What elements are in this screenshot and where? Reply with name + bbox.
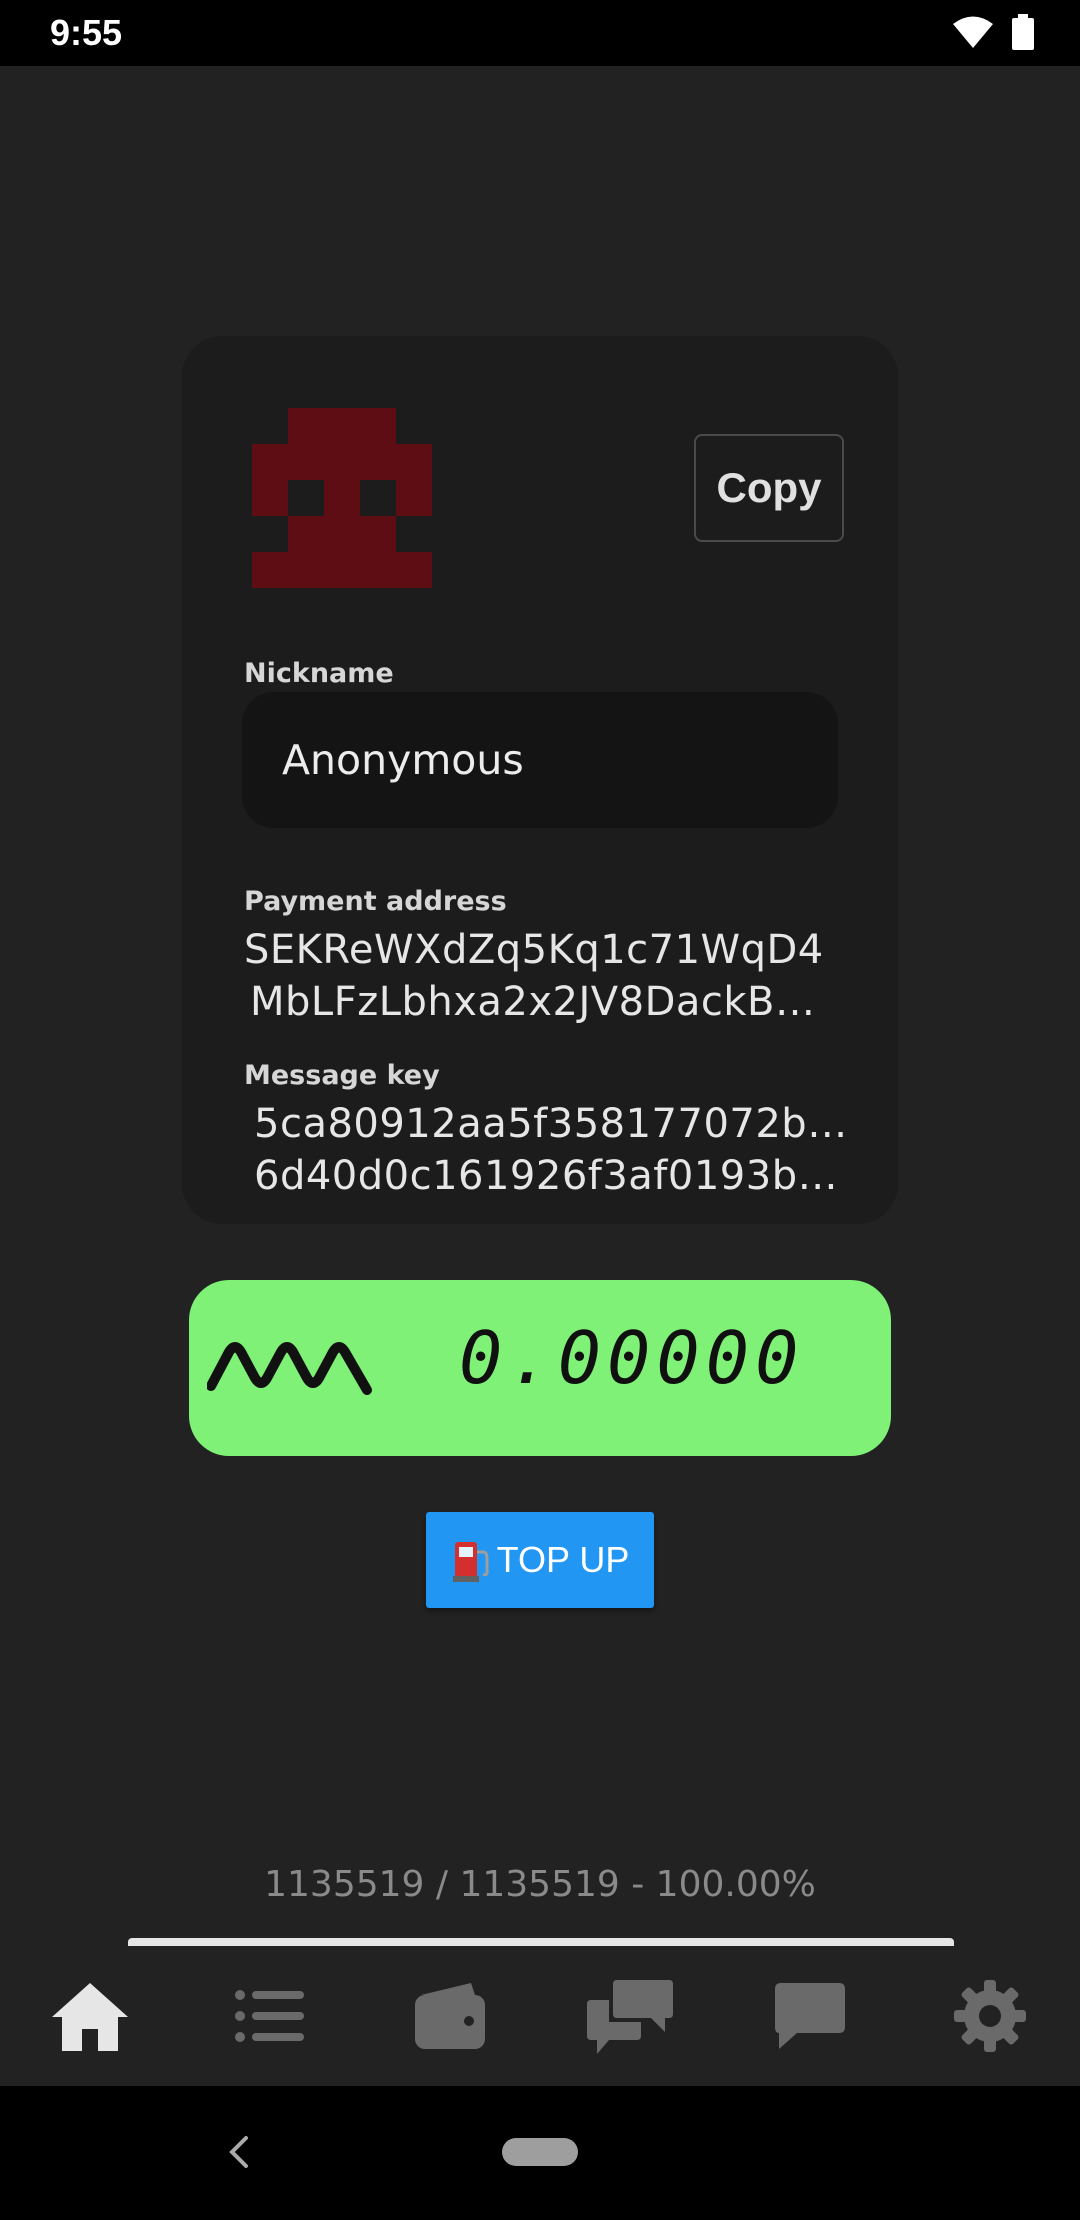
message-key-line1: 5ca80912aa5f358177072b2c — [254, 1101, 854, 1147]
sync-status: 1135519 / 1135519 - 100.00% — [264, 1864, 816, 1905]
bottom-nav — [0, 1946, 1080, 2086]
message-icon — [775, 1983, 845, 2049]
copy-button[interactable]: Copy — [694, 434, 844, 542]
status-time: 9:55 — [50, 12, 123, 53]
payment-address-line2: MbLFzLbhxa2x2JV8DackB… — [250, 979, 816, 1025]
fuel-pump-icon — [452, 1542, 489, 1582]
nav-messages[interactable] — [750, 1956, 870, 2076]
message-key-label: Message key — [244, 1060, 440, 1091]
top-up-label: TOP UP — [496, 1539, 630, 1580]
nickname-value: Anonymous — [282, 736, 524, 784]
settings-icon — [954, 1980, 1026, 2052]
balance-display: 0.00000 — [189, 1280, 891, 1456]
wallet-icon — [415, 1983, 485, 2049]
home-icon — [52, 1983, 128, 2051]
message-key[interactable]: 5ca80912aa5f358177072b2c 6d40d0c161926f3… — [254, 1098, 854, 1202]
home-pill[interactable] — [502, 2138, 578, 2166]
status-icons — [952, 14, 1034, 50]
nav-chats[interactable] — [570, 1956, 690, 2076]
sync-progress-bar — [128, 1938, 954, 1946]
back-icon[interactable] — [228, 2134, 250, 2170]
avatar — [252, 408, 432, 588]
payment-address[interactable]: SEKReWXdZq5Kq1c71WqD4 MbLFzLbhxa2x2JV8Da… — [244, 924, 844, 1028]
payment-address-line1: SEKReWXdZq5Kq1c71WqD4 — [244, 927, 824, 973]
nav-home[interactable] — [30, 1956, 150, 2076]
nickname-field[interactable]: Anonymous — [242, 692, 838, 828]
system-nav-bar — [0, 2086, 1080, 2220]
nav-list[interactable] — [210, 1956, 330, 2076]
nav-wallet[interactable] — [390, 1956, 510, 2076]
message-key-line2: 6d40d0c161926f3af0193b5… — [254, 1153, 854, 1199]
top-up-button[interactable]: TOP UP — [426, 1512, 654, 1608]
wifi-icon — [953, 16, 993, 48]
chats-icon — [587, 1980, 673, 2054]
nickname-label: Nickname — [244, 658, 394, 689]
profile-card: Copy Nickname Anonymous Payment address … — [182, 336, 898, 1224]
nav-settings[interactable] — [930, 1956, 1050, 2076]
status-bar: 9:55 — [0, 0, 1080, 66]
currency-logo-icon — [207, 1342, 372, 1395]
balance-value: 0.00000 — [459, 1316, 805, 1400]
list-icon — [235, 1990, 304, 2042]
battery-icon — [1012, 14, 1034, 50]
payment-address-label: Payment address — [244, 886, 507, 917]
